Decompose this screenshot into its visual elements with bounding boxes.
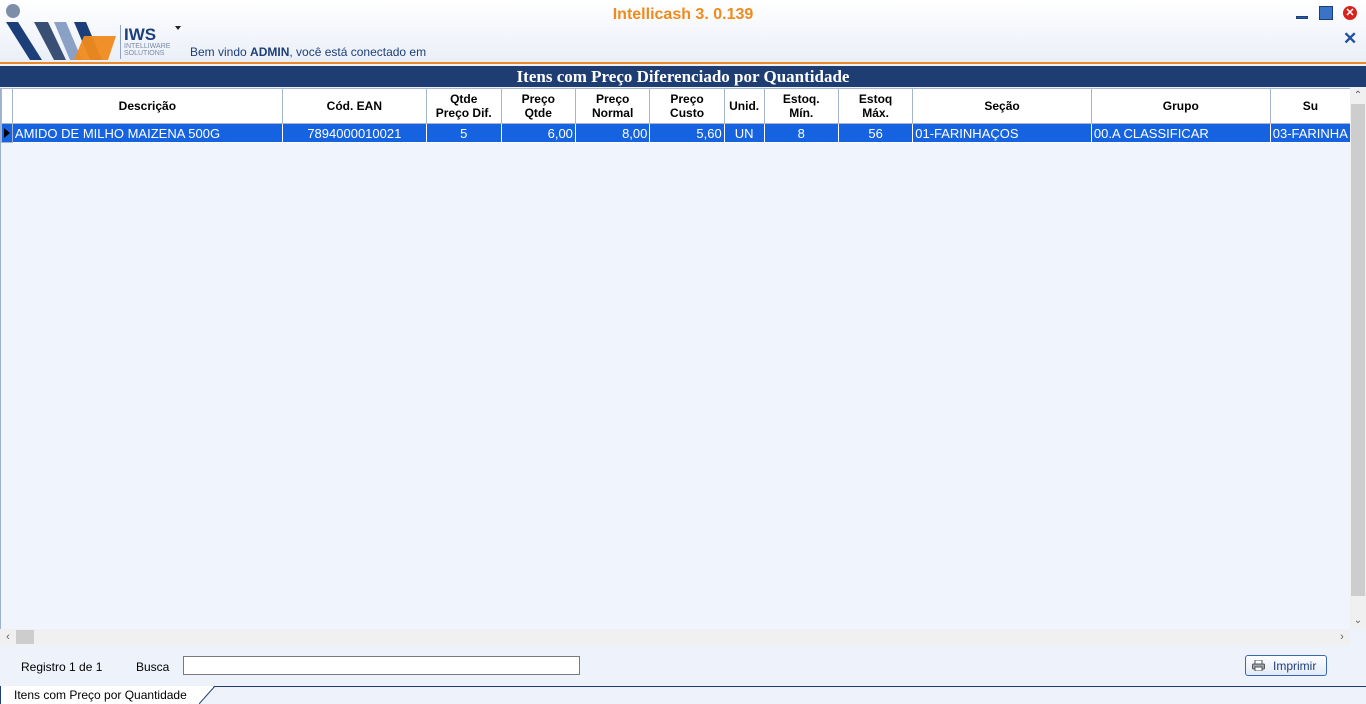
column-header-estoq-min[interactable]: Estoq. Mín. — [763, 88, 839, 124]
tab-itens-preco-quantidade[interactable]: Itens com Preço por Quantidade — [0, 686, 214, 704]
welcome-suffix: , você está conectado em — [289, 45, 427, 59]
column-header-unid[interactable]: Unid. — [723, 88, 765, 124]
items-grid[interactable]: Descrição Cód. EAN Qtde Preço Dif. Preço Q… — [0, 88, 1351, 629]
cell-unid[interactable]: UN — [723, 123, 765, 143]
scroll-right-icon[interactable]: › — [1334, 629, 1350, 645]
column-header-label: Qtde — [450, 92, 478, 106]
column-header-label: Cód. EAN — [326, 99, 382, 113]
column-header-subgrupo[interactable]: Su — [1269, 88, 1351, 124]
welcome-user: ADMIN — [250, 45, 290, 59]
column-header-label: Normal — [591, 106, 634, 120]
horizontal-scrollbar[interactable]: ‹ › — [0, 629, 1350, 645]
cell-estoq-min[interactable]: 8 — [763, 123, 839, 143]
vertical-scroll-thumb[interactable] — [1351, 104, 1365, 596]
table-header-row: Descrição Cód. EAN Qtde Preço Dif. Preço Q… — [1, 88, 1351, 124]
items-table: Descrição Cód. EAN Qtde Preço Dif. Preço Q… — [1, 88, 1351, 143]
app-title: Intellicash 3. 0.139 — [612, 6, 754, 23]
search-input[interactable] — [183, 656, 580, 675]
column-header-estoq-max[interactable]: Estoq Máx. — [837, 88, 914, 124]
column-header-qtde-preco-dif[interactable]: Qtde Preço Dif. — [425, 88, 502, 124]
scroll-left-icon[interactable]: ‹ — [0, 629, 16, 645]
column-header-descricao[interactable]: Descrição — [11, 88, 283, 124]
cell-grupo[interactable]: 00.A CLASSIFICAR — [1090, 123, 1271, 143]
scroll-down-icon[interactable]: ⌄ — [1350, 613, 1366, 629]
maximize-icon[interactable] — [1319, 6, 1333, 20]
close-icon[interactable]: ✕ — [1343, 6, 1357, 20]
print-button[interactable]: Imprimir — [1245, 655, 1327, 676]
scroll-up-icon[interactable]: ⌃ — [1350, 88, 1366, 104]
cell-preco-normal[interactable]: 8,00 — [574, 123, 651, 143]
tab-edge — [199, 686, 216, 704]
cell-estoq-max[interactable]: 56 — [837, 123, 914, 143]
cell-subgrupo[interactable]: 03-FARINHA — [1269, 123, 1351, 143]
column-header-label: Preço Dif. — [435, 106, 492, 120]
cell-preco-qtde[interactable]: 6,00 — [500, 123, 576, 143]
logo-text: IWS — [124, 25, 157, 44]
column-header-secao[interactable]: Seção — [912, 88, 1092, 124]
row-pointer-icon — [3, 127, 10, 138]
column-header-preco-custo[interactable]: Preço Custo — [649, 88, 725, 124]
column-header-label: Estoq — [858, 92, 893, 106]
welcome-message: Bem vindo ADMIN, você está conectado em — [190, 45, 426, 59]
column-header-label: Grupo — [1162, 99, 1199, 113]
column-header-label: Seção — [984, 99, 1020, 113]
column-header-label: Preço — [670, 92, 704, 106]
search-label: Busca — [136, 660, 170, 674]
welcome-prefix: Bem vindo — [190, 45, 251, 59]
row-indicator — [1, 123, 13, 143]
cell-secao[interactable]: 01-FARINHAÇOS — [912, 123, 1092, 143]
column-header-label: Su — [1302, 99, 1319, 113]
column-header-label: Estoq. — [782, 92, 820, 106]
column-header-label: Qtde — [524, 106, 552, 120]
column-header-label: Custo — [670, 106, 705, 120]
column-header-label: Mín. — [789, 106, 814, 120]
column-header-label: Preço — [595, 92, 630, 106]
column-header-label: Descrição — [118, 99, 177, 113]
cell-qtde-preco-dif[interactable]: 5 — [425, 123, 502, 143]
column-header-label: Máx. — [862, 106, 889, 120]
row-indicator-header — [1, 88, 13, 124]
footer-bar: Registro 1 de 1 Busca Imprimir — [0, 645, 1366, 686]
top-bar: IWS INTELLIWARE SOLUTIONS Bem vindo ADMI… — [0, 0, 1366, 64]
table-row[interactable]: AMIDO DE MILHO MAIZENA 500G 789400001002… — [1, 123, 1351, 143]
logo-subtitle: INTELLIWARE SOLUTIONS — [124, 43, 171, 57]
horizontal-scroll-thumb[interactable] — [16, 630, 34, 644]
tab-label: Itens com Preço por Quantidade — [14, 688, 187, 702]
minimize-icon[interactable] — [1295, 6, 1309, 20]
header-accent-line — [0, 62, 1366, 64]
column-header-ean[interactable]: Cód. EAN — [281, 88, 427, 124]
chevron-down-icon[interactable] — [175, 26, 181, 30]
column-header-label: Preço — [521, 92, 555, 106]
cell-preco-custo[interactable]: 5,60 — [649, 123, 725, 143]
close-form-icon[interactable]: ✕ — [1343, 30, 1357, 48]
record-counter: Registro 1 de 1 — [21, 660, 103, 674]
cell-descricao[interactable]: AMIDO DE MILHO MAIZENA 500G — [11, 123, 283, 143]
printer-icon — [1252, 660, 1265, 671]
column-header-label: Unid. — [729, 99, 760, 113]
cell-ean[interactable]: 7894000010021 — [281, 123, 427, 143]
logo-divider — [120, 25, 121, 59]
column-header-preco-qtde[interactable]: Preço Qtde — [500, 88, 576, 124]
form-title: Itens com Preço Diferenciado por Quantid… — [0, 66, 1366, 87]
vertical-scrollbar[interactable]: ⌃ ⌄ — [1350, 88, 1366, 629]
print-button-label: Imprimir — [1273, 659, 1317, 673]
column-header-preco-normal[interactable]: Preço Normal — [574, 88, 651, 124]
column-header-grupo[interactable]: Grupo — [1090, 88, 1271, 124]
